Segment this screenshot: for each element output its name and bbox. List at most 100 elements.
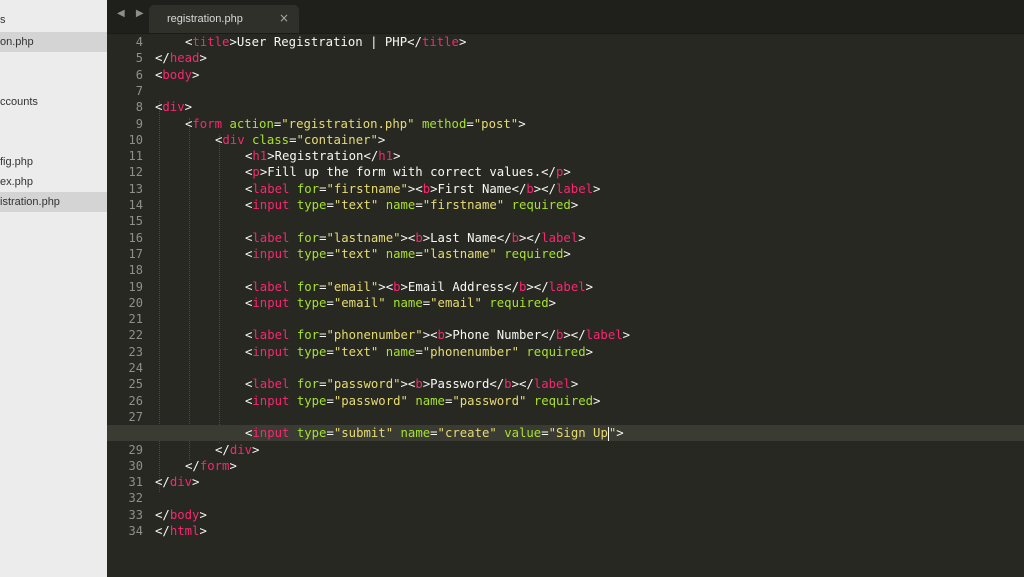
code-token: ></	[563, 328, 586, 343]
code-token: >	[563, 246, 571, 261]
code-token: b	[511, 230, 519, 245]
code-token: >	[570, 377, 579, 392]
code-token: >	[593, 181, 601, 196]
line-number: 27	[128, 409, 143, 424]
code-line[interactable]: </div>	[215, 442, 259, 458]
code-line[interactable]: </html>	[155, 523, 207, 539]
code-token: </	[155, 524, 170, 538]
sidebar-item-file[interactable]: ex.php	[0, 172, 107, 192]
code-line[interactable]: <div class="container">	[215, 132, 385, 148]
code-token: body	[162, 67, 193, 82]
code-line[interactable]: <input type="text" name="lastname" requi…	[245, 246, 571, 262]
code-token: value	[504, 426, 542, 441]
code-line[interactable]: <input type="submit" name="create" value…	[245, 425, 624, 441]
code-token: b	[393, 279, 401, 294]
code-line[interactable]: <input type="text" name="firstname" requ…	[245, 197, 578, 213]
code-token: >	[578, 230, 586, 245]
code-token: head	[169, 51, 200, 66]
line-number: 14	[128, 198, 143, 212]
code-token: =	[415, 344, 423, 359]
code-token: >	[199, 524, 207, 538]
code-token: =	[541, 426, 549, 441]
code-line[interactable]: </body>	[155, 507, 207, 523]
code-token: "phonenumber"	[326, 328, 423, 343]
code-token: name	[415, 393, 445, 408]
code-line[interactable]: <h1>Registration</h1>	[245, 148, 401, 164]
indent-guide	[219, 133, 221, 444]
code-token: p	[252, 165, 260, 180]
sidebar-item-folder[interactable]: ccounts	[0, 92, 107, 112]
code-line[interactable]: </div>	[155, 474, 199, 490]
sidebar-item-header[interactable]: s	[0, 10, 107, 30]
code-line[interactable]: <label for="lastname"><b>Last Name</b></…	[245, 230, 586, 246]
code-token: body	[169, 507, 200, 522]
code-token: required	[526, 344, 586, 359]
code-token: name	[385, 344, 416, 359]
code-token: label	[541, 230, 579, 245]
line-number: 30	[128, 458, 143, 473]
code-token: for	[296, 377, 320, 392]
code-line[interactable]: <label for="password"><b>Password</b></l…	[245, 376, 578, 392]
code-token: b	[415, 230, 423, 245]
code-token: label	[252, 328, 290, 343]
code-line[interactable]: <label for="phonenumber"><b>Phone Number…	[245, 327, 630, 343]
code-token: label	[252, 230, 290, 245]
code-token: >	[616, 426, 624, 441]
line-number: 5	[135, 51, 143, 66]
code-token: >	[192, 475, 200, 490]
code-token: b	[504, 377, 512, 392]
code-line[interactable]: <div>	[155, 99, 192, 115]
code-token: "firstname"	[422, 198, 505, 212]
code-token: >Phone Number</	[444, 328, 556, 343]
code-token: </	[215, 442, 230, 457]
code-token: >	[548, 295, 557, 310]
code-line[interactable]: <form action="registration.php" method="…	[185, 116, 526, 132]
code-line[interactable]: <label for="firstname"><b>First Name</b>…	[245, 181, 600, 197]
tab-registration-php[interactable]: registration.php ×	[149, 5, 299, 33]
code-token: "email"	[326, 279, 379, 294]
code-token: type	[296, 246, 327, 261]
sidebar-item-file[interactable]: istration.php	[0, 192, 107, 212]
tab-nav-arrows-icon[interactable]: ◀ ▶	[117, 8, 148, 19]
code-token: label	[556, 181, 594, 196]
code-line[interactable]: </head>	[155, 50, 207, 66]
code-token: type	[296, 393, 327, 408]
close-icon[interactable]: ×	[279, 11, 289, 25]
code-line[interactable]: <body>	[155, 67, 199, 83]
code-token: "email"	[333, 295, 386, 310]
code-token: "create"	[437, 426, 497, 441]
code-token: for	[296, 279, 320, 294]
code-line[interactable]: <p>Fill up the form with correct values.…	[245, 164, 571, 180]
code-line[interactable]: <input type="text" name="phonenumber" re…	[245, 344, 593, 360]
code-line[interactable]: <title>User Registration | PHP</title>	[185, 34, 466, 50]
code-token: form	[192, 116, 223, 131]
code-line[interactable]: </form>	[185, 458, 237, 474]
code-line[interactable]: <input type="password" name="password" r…	[245, 393, 600, 409]
sidebar-item-file[interactable]: on.php	[0, 32, 107, 52]
code-token: title	[421, 35, 459, 49]
code-token: label	[533, 377, 571, 392]
line-number: 25	[128, 377, 143, 392]
code-token: =	[466, 116, 474, 131]
sidebar-item-file[interactable]: fig.php	[0, 152, 107, 172]
code-token: input	[252, 198, 290, 212]
sidebar-item-label: on.php	[0, 36, 34, 48]
code-token: ><	[400, 230, 416, 245]
code-token: </	[155, 507, 170, 522]
code-line[interactable]: <label for="email"><b>Email Address</b><…	[245, 279, 593, 295]
code-token: =	[430, 426, 438, 441]
line-number: 10	[128, 132, 143, 147]
code-token: "text"	[333, 344, 379, 359]
code-token: >	[518, 116, 526, 131]
code-token: =	[326, 393, 334, 408]
code-editor[interactable]: 4 5 6 7 8 9 10 11 12 13 14 15 16 17 18 19 20 21 22 23 24 25 26…	[107, 34, 1024, 577]
code-token: >First Name</	[430, 181, 527, 196]
indent-guide	[189, 117, 191, 460]
code-line[interactable]: <input type="email" name="email" require…	[245, 295, 556, 311]
